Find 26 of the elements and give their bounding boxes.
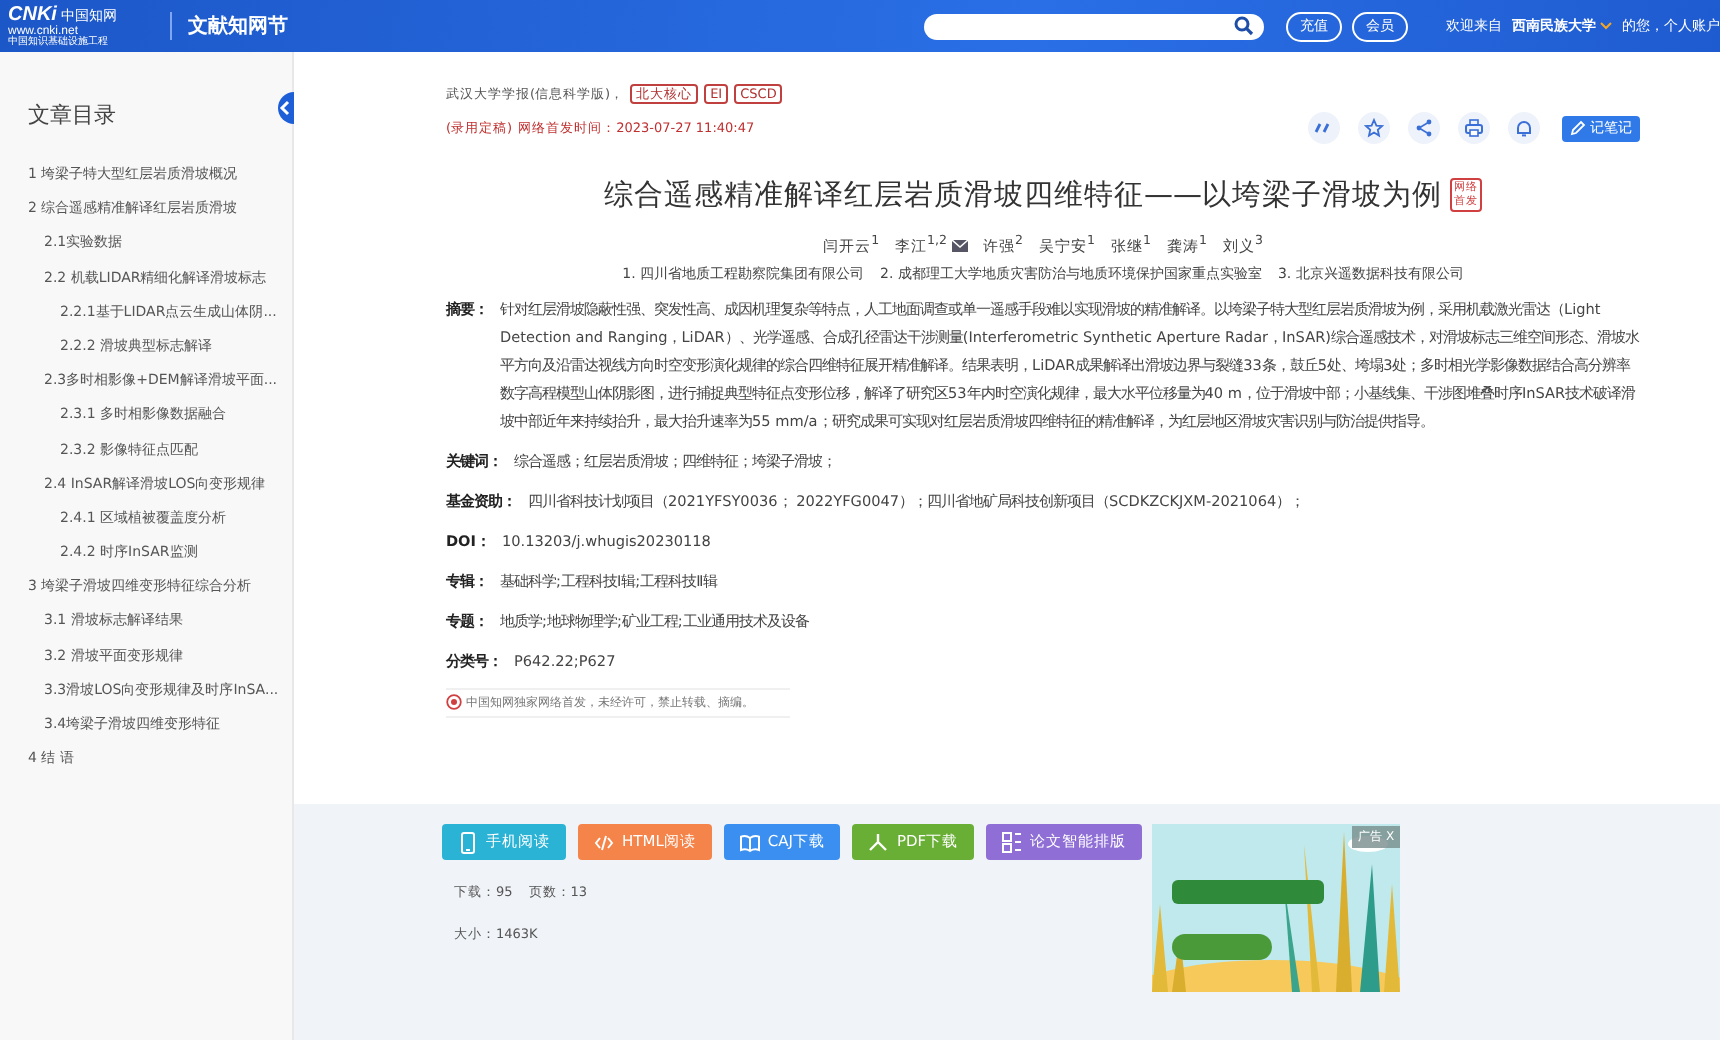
pencil-icon bbox=[1570, 120, 1586, 136]
quote-icon[interactable] bbox=[1314, 118, 1334, 138]
search-icon[interactable] bbox=[1234, 16, 1254, 36]
star-icon[interactable] bbox=[1364, 118, 1384, 138]
share-button[interactable] bbox=[1408, 112, 1440, 144]
article-title: 综合遥感精准解译红层岩质滑坡四维特征——以垮梁子滑坡为例 bbox=[604, 177, 1442, 214]
target-icon bbox=[446, 694, 462, 710]
star-button[interactable] bbox=[1358, 112, 1390, 144]
phone-icon bbox=[458, 831, 478, 853]
pdf-icon bbox=[868, 831, 889, 853]
printer-icon[interactable] bbox=[1464, 118, 1484, 138]
share-icon[interactable] bbox=[1414, 118, 1434, 138]
bell-button[interactable] bbox=[1508, 112, 1540, 144]
code-icon bbox=[594, 831, 614, 853]
section-title: 文献知网节 bbox=[170, 12, 288, 40]
layout-icon bbox=[1002, 831, 1023, 853]
search-field[interactable] bbox=[924, 13, 1264, 39]
mail-icon[interactable] bbox=[951, 239, 967, 252]
logo-mark[interactable]: CNKi bbox=[8, 5, 57, 25]
quote-button[interactable] bbox=[1308, 112, 1340, 144]
toc-title: 文章目录 bbox=[28, 100, 116, 130]
book-icon bbox=[739, 831, 760, 853]
caret-icon[interactable] bbox=[1600, 22, 1612, 30]
print-button[interactable] bbox=[1458, 112, 1490, 144]
bell-icon[interactable] bbox=[1514, 118, 1534, 138]
collapse-icon[interactable] bbox=[274, 92, 294, 124]
